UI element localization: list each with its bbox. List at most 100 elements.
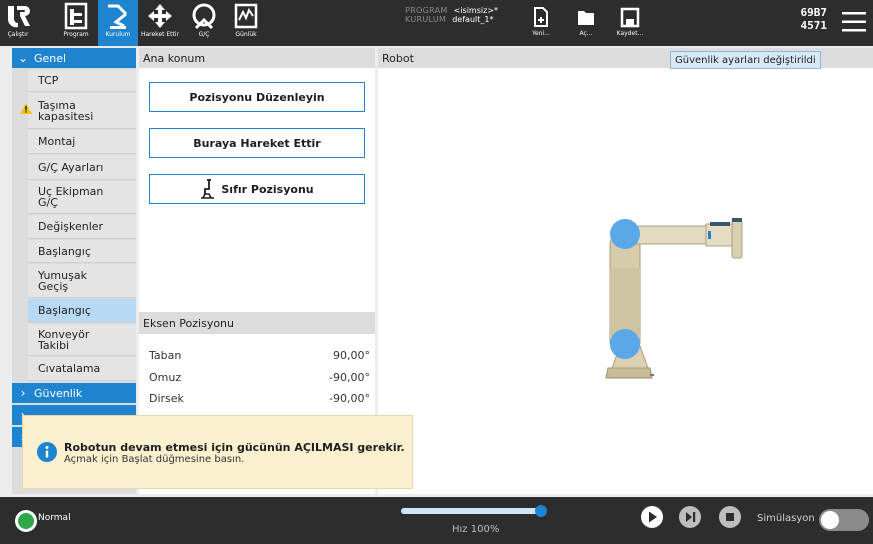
open-button[interactable]: Aç... xyxy=(566,0,606,46)
simulation-toggle[interactable] xyxy=(819,509,869,531)
top-bar: Çalıştır Program Kurulum Hareket Ettir G… xyxy=(0,0,873,46)
joint-row-shoulder: Omuz -90,00° xyxy=(149,371,370,384)
safety-changed-tooltip: Güvenlik ayarları değiştirildi xyxy=(670,51,821,69)
status-indicator-icon xyxy=(15,510,37,532)
serial-line-1: 69B7 xyxy=(800,6,828,19)
sidebar-item-label: Yumuşak Geçiş xyxy=(38,268,87,293)
robot-serial: 69B7 4571 xyxy=(785,6,828,32)
io-icon xyxy=(192,3,216,30)
notification-title: Robotun devam etmesi için gücünün AÇILMA… xyxy=(64,441,405,454)
sidebar-item-label: Cıvatalama xyxy=(38,362,101,375)
robot-view-panel: Robot xyxy=(378,48,873,494)
open-button-label: Aç... xyxy=(579,30,593,37)
new-file-icon xyxy=(534,7,548,27)
nav-log[interactable]: Günlük xyxy=(226,0,266,46)
sidebar-item-conveyor-tracking[interactable]: Konveyör Takibi xyxy=(28,324,136,356)
nav-run[interactable]: Çalıştır xyxy=(0,0,36,46)
nav-run-label: Çalıştır xyxy=(7,31,29,38)
sidebar-item-home[interactable]: Başlangıç xyxy=(28,299,136,323)
sidebar-item-startup[interactable]: Başlangıç xyxy=(28,240,136,263)
nav-program[interactable]: Program xyxy=(56,0,96,46)
power-notification[interactable]: Robotun devam etmesi için gücünün AÇILMA… xyxy=(22,415,413,489)
sidebar-item-screwdriving[interactable]: Cıvatalama xyxy=(28,357,136,381)
speed-label: Hız 100% xyxy=(452,524,500,535)
installation-name: default_1* xyxy=(452,15,494,24)
robot-arm-icon xyxy=(201,179,215,199)
sidebar-item-label: G/Ç Ayarları xyxy=(38,160,104,174)
sidebar-item-label: Uç Ekipman G/Ç xyxy=(38,185,104,209)
nav-installation[interactable]: Kurulum xyxy=(98,0,138,46)
play-icon[interactable] xyxy=(640,505,664,529)
chevron-down-icon: ⌄ xyxy=(17,51,29,65)
joint-name: Omuz xyxy=(149,371,182,384)
zero-position-button[interactable]: Sıfır Pozisyonu xyxy=(149,174,365,204)
sidebar-item-tcp[interactable]: TCP xyxy=(28,70,136,92)
nav-log-label: Günlük xyxy=(235,31,257,38)
step-icon[interactable] xyxy=(678,505,702,529)
logo-icon xyxy=(7,6,30,28)
move-here-button[interactable]: Buraya Hareket Ettir xyxy=(149,128,365,158)
joint-row-elbow: Dirsek -90,00° xyxy=(149,392,370,405)
joint-value: -90,00° xyxy=(329,392,370,405)
new-button-label: Yeni... xyxy=(532,30,550,37)
joint-value: -90,00° xyxy=(329,371,370,384)
sidebar-item-io-setup[interactable]: G/Ç Ayarları xyxy=(28,155,136,180)
nav-io[interactable]: G/Ç xyxy=(184,0,224,46)
open-folder-icon xyxy=(578,11,594,25)
notification-body: Açmak için Başlat düğmesine basın. xyxy=(64,454,245,465)
nav-program-label: Program xyxy=(63,31,89,38)
edit-position-button[interactable]: Pozisyonu Düzenleyin xyxy=(149,82,365,112)
bottom-bar: Normal Hız 100% Simülasyon xyxy=(0,497,873,544)
sidebar-item-payload[interactable]: Taşıma kapasitesi xyxy=(20,93,136,129)
sidebar-item-label: Değişkenler xyxy=(38,220,104,233)
move-icon xyxy=(148,4,172,28)
hamburger-menu-icon[interactable] xyxy=(841,10,867,34)
speed-slider[interactable] xyxy=(401,505,547,517)
nav-move[interactable]: Hareket Ettir xyxy=(140,0,180,46)
sidebar-section-safety[interactable]: › Güvenlik xyxy=(12,383,136,403)
simulation-label: Simülasyon xyxy=(757,513,815,524)
tooltip-text: Güvenlik ayarları değiştirildi xyxy=(675,54,816,66)
stop-icon[interactable] xyxy=(718,505,742,529)
program-key: PROGRAM xyxy=(405,6,448,15)
speed-slider-handle[interactable] xyxy=(535,505,547,517)
sidebar-item-smooth-transition[interactable]: Yumuşak Geçiş xyxy=(28,264,136,298)
program-info: PROGRAM <isimsiz>* KURULUM default_1* xyxy=(405,6,507,24)
sidebar-section-general-label: Genel xyxy=(34,51,67,65)
log-icon xyxy=(234,3,258,29)
sidebar-item-variables[interactable]: Değişkenler xyxy=(28,215,136,239)
chevron-right-icon: › xyxy=(20,386,26,400)
sidebar-section-general[interactable]: ⌄ Genel xyxy=(12,48,136,68)
sidebar-item-mounting[interactable]: Montaj xyxy=(28,130,136,154)
new-button[interactable]: Yeni... xyxy=(521,0,561,46)
save-icon xyxy=(620,7,640,28)
program-icon xyxy=(64,2,88,30)
save-button[interactable]: Kaydet... xyxy=(610,0,650,46)
edit-position-label: Pozisyonu Düzenleyin xyxy=(189,90,325,104)
power-button[interactable] xyxy=(14,509,38,533)
sidebar-section-safety-label: Güvenlik xyxy=(34,386,83,400)
info-icon xyxy=(37,442,57,462)
simulation-toggle-knob xyxy=(821,511,839,529)
joint-row-base: Taban 90,00° xyxy=(149,349,370,362)
joint-name: Taban xyxy=(149,349,182,362)
sidebar-item-label: Taşıma kapasitesi xyxy=(38,98,94,123)
serial-line-2: 4571 xyxy=(800,19,828,32)
sidebar-item-label: Konveyör Takibi xyxy=(38,327,90,352)
home-panel-title: Ana konum xyxy=(139,48,375,68)
nav-installation-label: Kurulum xyxy=(105,31,131,38)
robot-3d-view[interactable] xyxy=(598,208,768,388)
save-button-label: Kaydet... xyxy=(616,30,644,37)
robot-status-text: Normal xyxy=(38,513,71,523)
installation-key: KURULUM xyxy=(405,15,447,24)
warning-icon xyxy=(20,103,32,114)
joint-panel-title: Eksen Pozisyonu xyxy=(139,312,375,334)
installation-icon xyxy=(108,4,128,29)
sidebar-item-tool-io[interactable]: Uç Ekipman G/Ç xyxy=(28,181,136,214)
speed-slider-fill xyxy=(401,508,541,514)
program-name: <isimsiz>* xyxy=(453,6,498,15)
sidebar-item-label: TCP xyxy=(38,74,59,87)
sidebar-item-label: Montaj xyxy=(38,135,76,148)
sidebar-item-label: Başlangıç xyxy=(38,304,91,317)
joint-value: 90,00° xyxy=(333,349,370,362)
